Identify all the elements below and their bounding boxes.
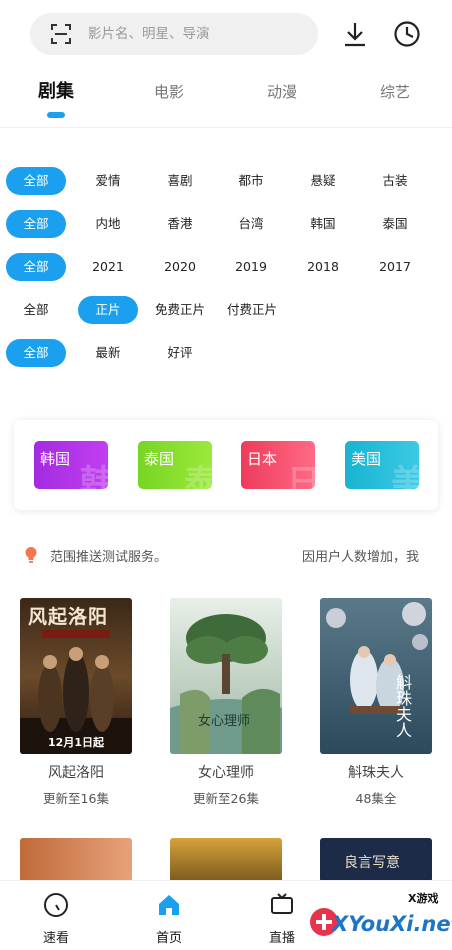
nav-item-quickwatch[interactable]: 速看	[26, 891, 86, 946]
region-korea-label: 韩国	[40, 450, 71, 468]
region-usa-button[interactable]: 美国 美	[345, 441, 419, 489]
filter-genre-mystery[interactable]: 悬疑	[299, 167, 347, 195]
filter-year-2018[interactable]: 2018	[299, 253, 347, 281]
filter-year-2020[interactable]: 2020	[156, 253, 204, 281]
region-thailand-label: 泰国	[144, 450, 175, 468]
notice-bar[interactable]: 范围推送测试服务。 因用户人数增加，我	[0, 540, 452, 570]
region-shortcuts: 韩国 韩 泰国 泰 日本 日 美国 美	[14, 420, 438, 510]
filter-region-thailand[interactable]: 泰国	[371, 210, 419, 238]
filter-sort-latest[interactable]: 最新	[84, 339, 132, 367]
filter-genre-romance[interactable]: 爱情	[84, 167, 132, 195]
tab-anime[interactable]: 动漫	[267, 81, 297, 102]
region-korea-mark: 韩	[80, 463, 108, 489]
filter-year-all[interactable]: 全部	[6, 253, 66, 281]
tab-indicator	[47, 112, 65, 118]
clock-icon[interactable]	[392, 19, 422, 49]
tab-variety[interactable]: 综艺	[380, 81, 410, 102]
tab-series[interactable]: 剧集	[38, 77, 74, 103]
scan-icon[interactable]	[50, 23, 72, 45]
region-japan-button[interactable]: 日本 日	[241, 441, 315, 489]
poster-title-text: 风起洛阳	[28, 606, 109, 628]
poster-title-text: 良言写意	[344, 855, 400, 871]
show-status: 更新至26集	[193, 791, 259, 806]
filter-year-2017[interactable]: 2017	[371, 253, 419, 281]
show-card[interactable]: 女心理师 女心理师 更新至26集	[170, 598, 282, 807]
site-watermark: X游戏 XYouXi.net	[300, 888, 452, 950]
filter-year-2021[interactable]: 2021	[84, 253, 132, 281]
category-tabs: 剧集 电影 动漫 综艺	[0, 68, 452, 128]
filter-row-year: 全部 2021 2020 2019 2018 2017	[0, 250, 452, 284]
search-placeholder: 影片名、明星、导演	[88, 26, 210, 42]
download-icon[interactable]	[341, 20, 369, 48]
show-title[interactable]: 风起洛阳	[20, 762, 132, 782]
filter-year-2019[interactable]: 2019	[227, 253, 275, 281]
filter-pay-all[interactable]: 全部	[6, 296, 66, 324]
tab-movies[interactable]: 电影	[154, 81, 184, 102]
poster-image[interactable]: 斛珠夫人	[320, 598, 432, 754]
tv-icon	[271, 893, 293, 914]
poster-image[interactable]: 女心理师	[170, 598, 282, 754]
show-status: 48集全	[355, 791, 397, 806]
region-japan-mark: 日	[287, 463, 315, 489]
filter-region-taiwan[interactable]: 台湾	[227, 210, 275, 238]
search-bar[interactable]: 影片名、明星、导演	[30, 13, 318, 55]
filter-region-all[interactable]: 全部	[6, 210, 66, 238]
region-thailand-mark: 泰	[184, 463, 212, 489]
nav-item-home[interactable]: 首页	[139, 891, 199, 946]
filter-region-mainland[interactable]: 内地	[84, 210, 132, 238]
lightbulb-icon	[25, 547, 37, 563]
region-usa-mark: 美	[391, 463, 419, 489]
show-title[interactable]: 斛珠夫人	[320, 762, 432, 782]
region-usa-label: 美国	[351, 450, 382, 468]
poster-image[interactable]: 良言写意	[320, 838, 432, 882]
show-card[interactable]: 斛珠夫人 斛珠夫人 48集全	[320, 598, 432, 807]
filter-region-hongkong[interactable]: 香港	[156, 210, 204, 238]
filter-pay-full[interactable]: 正片	[78, 296, 138, 324]
nav-label: 速看	[42, 931, 69, 946]
filter-sort-all[interactable]: 全部	[6, 339, 66, 367]
nav-label: 首页	[155, 931, 182, 946]
compass-icon	[44, 893, 68, 917]
poster-title-text: 斛珠夫人	[393, 674, 412, 738]
watermark-big: XYouXi.net	[332, 912, 452, 936]
poster-date-badge: 12月1日起	[48, 736, 104, 749]
filter-pay-paid[interactable]: 付费正片	[222, 296, 282, 324]
filter-sort-top-rated[interactable]: 好评	[156, 339, 204, 367]
show-status: 更新至16集	[43, 791, 109, 806]
show-title[interactable]: 女心理师	[170, 762, 282, 782]
top-bar: 影片名、明星、导演	[0, 0, 452, 68]
filter-row-pay: 全部 正片 免费正片 付费正片	[0, 293, 452, 327]
home-icon	[159, 895, 179, 915]
poster-image[interactable]: 风起洛阳 12月1日起	[20, 598, 132, 754]
show-card[interactable]: 风起洛阳 12月1日起 风起洛阳 更新至16集	[20, 598, 132, 807]
region-thailand-button[interactable]: 泰国 泰	[138, 441, 212, 489]
region-japan-label: 日本	[247, 450, 278, 468]
region-korea-button[interactable]: 韩国 韩	[34, 441, 108, 489]
poster-image[interactable]	[20, 838, 132, 882]
filter-genre-urban[interactable]: 都市	[227, 167, 275, 195]
filter-row-genre: 全部 爱情 喜剧 都市 悬疑 古装	[0, 164, 452, 198]
filter-row-sort: 全部 最新 好评	[0, 336, 452, 370]
filter-genre-costume[interactable]: 古装	[371, 167, 419, 195]
filter-row-region: 全部 内地 香港 台湾 韩国 泰国	[0, 207, 452, 241]
filter-pay-free[interactable]: 免费正片	[150, 296, 210, 324]
watermark-small: X游戏	[408, 892, 439, 905]
notice-text-right: 因用户人数增加，我	[302, 550, 420, 565]
poster-image[interactable]	[170, 838, 282, 882]
notice-text-left: 范围推送测试服务。	[50, 550, 168, 565]
filter-genre-all[interactable]: 全部	[6, 167, 66, 195]
poster-title-text: 女心理师	[198, 714, 251, 729]
filter-region-korea[interactable]: 韩国	[299, 210, 347, 238]
filter-genre-comedy[interactable]: 喜剧	[156, 167, 204, 195]
